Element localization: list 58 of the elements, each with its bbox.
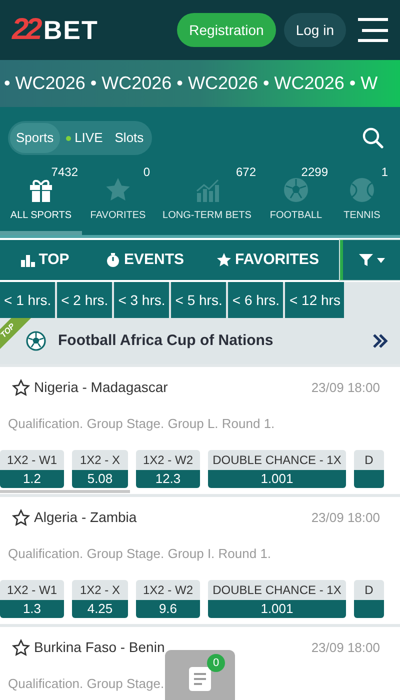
bar-chart-icon bbox=[20, 253, 35, 267]
match-time: 23/09 18:00 bbox=[311, 638, 380, 657]
banner-text: • WC2026 • WC2026 • WC2026 • WC2026 • W bbox=[3, 72, 378, 95]
filter-icon bbox=[358, 253, 372, 267]
match-time: 23/09 18:00 bbox=[311, 508, 380, 527]
sport-category[interactable]: 1 TENNIS bbox=[332, 163, 392, 235]
soccer-ball-icon bbox=[282, 176, 310, 204]
event-count: 1 bbox=[381, 164, 388, 181]
favorite-star-icon bbox=[12, 378, 30, 396]
favorites-tab[interactable]: FAVORITES bbox=[200, 240, 336, 280]
filter-button[interactable] bbox=[340, 240, 400, 280]
category-label: ALL SPORTS bbox=[10, 209, 72, 223]
mode-tab[interactable]: LIVE bbox=[60, 123, 109, 153]
stopwatch-icon bbox=[106, 253, 120, 267]
soccer-ball-icon bbox=[26, 331, 46, 351]
sport-category[interactable]: 0 FAVORITES bbox=[82, 163, 154, 235]
match-time: 23/09 18:00 bbox=[311, 378, 380, 397]
caret-icon bbox=[376, 258, 384, 262]
document-icon bbox=[189, 667, 211, 691]
mode-tab[interactable]: Slots bbox=[108, 123, 150, 153]
search-icon bbox=[362, 127, 384, 149]
logo-wordmark: BET bbox=[43, 17, 98, 43]
logo[interactable]: 22BET bbox=[12, 15, 98, 45]
match-teams[interactable]: Algeria - Zambia bbox=[34, 507, 312, 528]
event-count: 672 bbox=[236, 164, 256, 181]
time-filter[interactable]: < 1 hrs. bbox=[0, 282, 56, 318]
event-count: 2299 bbox=[301, 164, 328, 181]
category-label: FAVORITES bbox=[90, 209, 146, 223]
login-button[interactable]: Log in bbox=[284, 13, 346, 47]
bet-count-badge: 0 bbox=[207, 654, 225, 672]
time-filter[interactable]: < 2 hrs. bbox=[57, 282, 112, 318]
category-label: FOOTBALL bbox=[270, 209, 322, 223]
mode-tab[interactable]: Sports bbox=[10, 123, 60, 153]
league-title: Football Africa Cup of Nations bbox=[58, 330, 274, 351]
time-filter[interactable]: < 5 hrs. bbox=[171, 282, 226, 318]
top-tab[interactable]: TOP bbox=[0, 240, 90, 280]
tennis-ball-icon bbox=[348, 176, 376, 204]
star-icon bbox=[217, 253, 232, 267]
match-stage: Qualification. Group Stage. bbox=[8, 675, 164, 693]
favorite-star-icon bbox=[12, 508, 30, 526]
promo-banner[interactable]: • WC2026 • WC2026 • WC2026 • WC2026 • W bbox=[0, 60, 400, 107]
time-filter[interactable]: < 6 hrs. bbox=[228, 282, 284, 318]
logo-mark: 22 bbox=[12, 15, 40, 45]
sport-category[interactable]: 672 LONG-TERM BETS bbox=[154, 163, 260, 235]
time-filter[interactable]: < 12 hrs bbox=[285, 282, 344, 318]
double-chevron-icon bbox=[372, 334, 388, 348]
events-tab[interactable]: EVENTS bbox=[90, 240, 200, 280]
sport-category[interactable]: 2299 FOOTBALL bbox=[260, 163, 332, 235]
event-count: 7432 bbox=[51, 164, 78, 181]
category-label: LONG-TERM BETS bbox=[162, 209, 252, 223]
match-stage: Qualification. Group Stage. Group I. Round 1. bbox=[8, 545, 272, 563]
favorite-star-icon bbox=[12, 638, 30, 656]
category-label: TENNIS bbox=[344, 209, 380, 223]
event-count: 0 bbox=[143, 164, 150, 181]
time-filter[interactable]: < 3 hrs. bbox=[114, 282, 170, 318]
menu-icon[interactable] bbox=[358, 18, 388, 42]
match-stage: Qualification. Group Stage. Group L. Round 1. bbox=[8, 415, 275, 433]
match-teams[interactable]: Nigeria - Madagascar bbox=[34, 377, 312, 398]
